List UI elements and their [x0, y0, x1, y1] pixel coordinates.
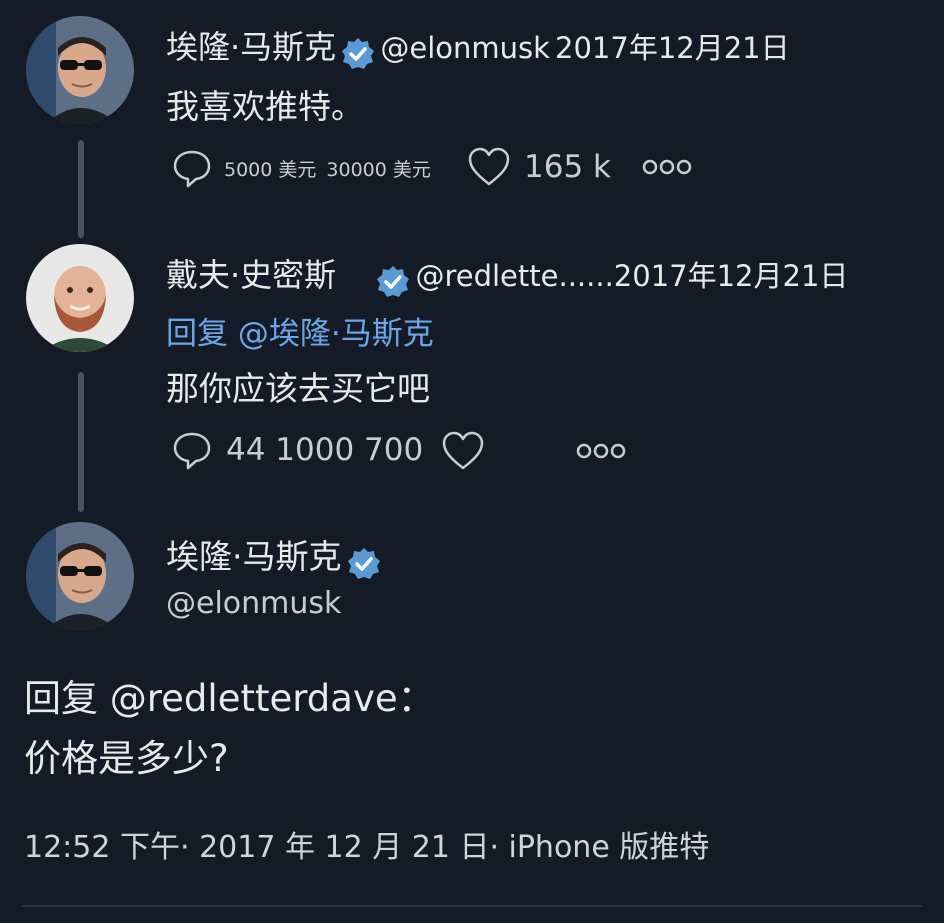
tweet1-like-count: 165 k [524, 149, 611, 185]
heart-icon [440, 428, 486, 474]
tweet2-author-name[interactable]: 戴夫·史密斯 [166, 256, 336, 294]
tweet1-author-name[interactable]: 埃隆·马斯克 [166, 28, 336, 66]
tweet1-retweet-count: 30000 美元 [326, 158, 431, 181]
tweet1-text: 我喜欢推特。 [166, 87, 364, 126]
main-timestamp-footer[interactable]: 12:52 下午· 2017 年 12 月 21 日· iPhone 版推特 [24, 822, 709, 866]
tweet1-date[interactable]: 2017年12月21日 [555, 31, 790, 65]
verified-badge-icon [347, 547, 381, 581]
more-dots-icon [642, 158, 692, 176]
main-reply-to[interactable]: 回复 @redletterdave： [24, 668, 435, 722]
main-author-name[interactable]: 埃隆·马斯克 [166, 537, 342, 576]
bottom-divider [22, 905, 922, 907]
reply-bubble-icon [170, 428, 214, 472]
tweet1-more-button[interactable] [642, 158, 692, 176]
avatar-elonmusk-1[interactable] [26, 16, 134, 124]
main-handle[interactable]: @elonmusk [166, 586, 341, 621]
tweet1-header: 埃隆·马斯克 @elonmusk 2017年12月21日 [166, 22, 790, 71]
tweet2-like-action[interactable] [440, 428, 486, 474]
heart-icon [466, 144, 512, 190]
tweet1-reply-action[interactable]: 5000 美元 30000 美元 [170, 146, 431, 190]
main-header: 埃隆·马斯克 [166, 530, 381, 581]
tweet2-more-button[interactable] [576, 442, 626, 460]
tweet2-handle-date[interactable]: @redlette......2017年12月21日 [415, 259, 848, 293]
verified-badge-icon [376, 265, 410, 299]
avatar-elonmusk-2[interactable] [26, 522, 134, 630]
thread-line-2 [78, 372, 84, 512]
tweet1-reply-count: 5000 美元 [224, 158, 317, 181]
reply-bubble-icon [170, 146, 214, 190]
tweet2-counts: 44 1000 700 [226, 432, 424, 468]
tweet2-header: 戴夫·史密斯 @redlette......2017年12月21日 [166, 250, 848, 299]
tweet1-handle[interactable]: @elonmusk [380, 31, 550, 65]
avatar-redletterdave[interactable] [26, 244, 134, 352]
verified-badge-icon [341, 37, 375, 71]
tweet2-reply-to[interactable]: 回复 @埃隆·马斯克 [166, 308, 434, 353]
tweet2-reply-action[interactable]: 44 1000 700 [170, 428, 423, 472]
thread-line-1 [78, 140, 84, 238]
main-text: 价格是多少? [24, 737, 229, 780]
more-dots-icon [576, 442, 626, 460]
tweet2-text: 那你应该去买它吧 [166, 369, 430, 408]
tweet1-like-action[interactable]: 165 k [466, 144, 611, 190]
